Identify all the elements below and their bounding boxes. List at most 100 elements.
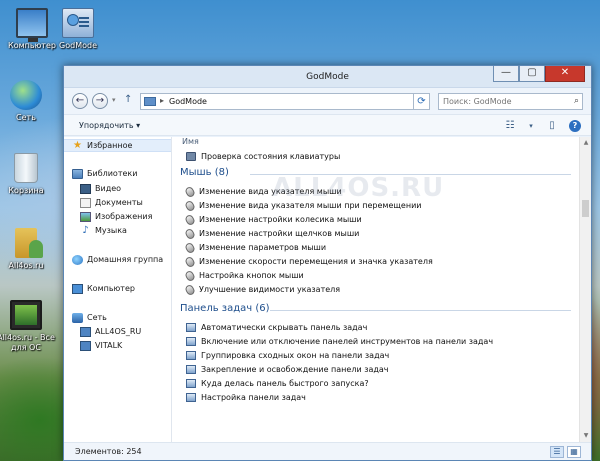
explorer-window: GodMode — ▢ ✕ ← → ▾ ↑ ▸ GodMode ▾ ⟳ ⌕ Уп…: [63, 65, 592, 461]
list-item-label: Автоматически скрывать панель задач: [201, 323, 368, 332]
minimize-button[interactable]: —: [493, 66, 519, 82]
organize-button[interactable]: Упорядочить ▾: [79, 121, 140, 130]
desktop-icon-all4os[interactable]: All4os.ru: [0, 228, 56, 271]
picture-library-icon: [80, 211, 91, 222]
scroll-up-icon[interactable]: ▲: [580, 137, 592, 149]
nav-item-computer[interactable]: Компьютер: [64, 282, 171, 295]
list-item[interactable]: Настройка кнопок мыши: [184, 269, 304, 282]
search-box[interactable]: ⌕: [438, 93, 583, 110]
desktop-icon-all4os-link[interactable]: All4os.ru - Все для ОС: [0, 300, 56, 353]
list-item[interactable]: Изменение вида указателя мыши при переме…: [184, 199, 422, 212]
video-library-icon: [80, 183, 91, 194]
vertical-scrollbar[interactable]: ▲ ▼: [579, 137, 591, 442]
nav-item-homegroup[interactable]: Домашняя группа: [64, 253, 171, 266]
list-item[interactable]: Включение или отключение панелей инструм…: [186, 335, 493, 348]
refresh-button[interactable]: ⟳: [413, 93, 430, 110]
address-field[interactable]: ▸ GodMode ▾: [140, 93, 427, 110]
network-globe-icon: [10, 80, 42, 110]
nav-item-label: Библиотеки: [87, 169, 138, 178]
list-item-label: Изменение настройки щелчков мыши: [199, 229, 360, 238]
list-item[interactable]: Изменение настройки щелчков мыши: [184, 227, 360, 240]
up-arrow-icon[interactable]: ↑: [124, 94, 132, 105]
list-item[interactable]: Автоматически скрывать панель задач: [186, 321, 367, 334]
nav-item-label: Музыка: [95, 226, 127, 235]
homegroup-icon: [72, 254, 83, 265]
nav-item-music[interactable]: ♪ Музыка: [64, 224, 171, 237]
mouse-icon: [184, 227, 196, 240]
recycle-bin-icon: [14, 153, 38, 183]
nav-item-libraries[interactable]: Библиотеки: [64, 167, 171, 180]
list-item[interactable]: Куда делась панель быстрого запуска?: [186, 377, 369, 390]
nav-item-favorites[interactable]: ★ Избранное: [64, 139, 171, 152]
list-item-label: Закрепление и освобождение панели задач: [201, 365, 389, 374]
list-item[interactable]: Изменение параметров мыши: [184, 241, 326, 254]
nav-item-label: ALL4OS_RU: [95, 327, 142, 336]
details-view-icon[interactable]: ☰: [550, 446, 564, 458]
mouse-icon: [184, 185, 196, 198]
column-header-name[interactable]: Имя: [182, 137, 199, 146]
item-count: Элементов: 254: [75, 447, 142, 456]
list-item-label: Изменение вида указателя мыши при переме…: [199, 201, 422, 210]
view-options-icon[interactable]: ☷: [503, 119, 517, 133]
desktop-icon-label: All4os.ru: [8, 261, 44, 270]
nav-item-label: Компьютер: [87, 284, 135, 293]
title-bar[interactable]: GodMode — ▢ ✕: [64, 66, 591, 88]
window-controls: — ▢ ✕: [493, 66, 585, 82]
back-button[interactable]: ←: [72, 93, 88, 109]
list-item-label: Настройка панели задач: [201, 393, 306, 402]
scroll-thumb[interactable]: [582, 200, 589, 217]
maximize-button[interactable]: ▢: [519, 66, 545, 82]
large-icons-view-icon[interactable]: ▦: [567, 446, 581, 458]
list-item[interactable]: Улучшение видимости указателя: [184, 283, 340, 296]
mouse-icon: [184, 241, 196, 254]
preview-pane-icon[interactable]: ▯: [545, 119, 559, 133]
list-item[interactable]: Изменение вида указателя мыши: [184, 185, 342, 198]
nav-item-pictures[interactable]: Изображения: [64, 210, 171, 223]
nav-item-network[interactable]: Сеть: [64, 311, 171, 324]
nav-item-label: VITALK: [95, 341, 123, 350]
nav-item-documents[interactable]: Документы: [64, 196, 171, 209]
breadcrumb-separator: ▸: [160, 96, 165, 105]
chevron-down-icon[interactable]: ▾: [527, 119, 535, 133]
list-item[interactable]: Изменение скорости перемещения и значка …: [184, 255, 433, 268]
star-icon: ★: [73, 139, 82, 151]
monitor-icon: [10, 300, 42, 330]
breadcrumb-godmode[interactable]: GodMode: [169, 97, 207, 106]
list-item[interactable]: Изменение настройки колесика мыши: [184, 213, 362, 226]
content-area: ★ Избранное Библиотеки Видео Документы И…: [64, 137, 591, 442]
keyboard-icon: [186, 152, 196, 161]
help-icon[interactable]: ?: [569, 120, 581, 132]
desktop-icon-network[interactable]: Сеть: [0, 80, 56, 123]
search-input[interactable]: [439, 94, 559, 109]
mouse-icon: [184, 199, 196, 212]
nav-item-label: Изображения: [95, 212, 153, 221]
nav-item-host-vitalk[interactable]: VITALK: [64, 339, 171, 352]
nav-item-host-all4os[interactable]: ALL4OS_RU: [64, 325, 171, 338]
group-header-mouse[interactable]: Мышь (8): [180, 167, 229, 178]
desktop-icon-label: Сеть: [16, 113, 36, 122]
mouse-icon: [184, 255, 196, 268]
mouse-icon: [184, 269, 196, 282]
address-bar-row: ← → ▾ ↑ ▸ GodMode ▾ ⟳ ⌕: [64, 88, 591, 114]
list-item[interactable]: Настройка панели задач: [186, 391, 306, 404]
status-bar: Элементов: 254 ☰ ▦: [64, 442, 591, 460]
nav-item-video[interactable]: Видео: [64, 182, 171, 195]
search-icon[interactable]: ⌕: [574, 96, 579, 106]
list-item[interactable]: Проверка состояния клавиатуры: [186, 150, 340, 163]
group-header-taskbar[interactable]: Панель задач (6): [180, 303, 270, 314]
mouse-icon: [184, 283, 196, 296]
item-list: Имя Проверка состояния клавиатуры Мышь (…: [172, 137, 579, 442]
close-button[interactable]: ✕: [545, 66, 585, 82]
recent-dropdown-icon[interactable]: ▾: [112, 96, 116, 104]
forward-button[interactable]: →: [92, 93, 108, 109]
scroll-down-icon[interactable]: ▼: [580, 430, 592, 442]
user-folder-icon: [15, 228, 43, 258]
group-divider: [270, 310, 571, 311]
computer-icon: [72, 283, 83, 294]
command-bar: Упорядочить ▾ ☷ ▾ ▯ ?: [64, 114, 591, 136]
desktop-icon-godmode[interactable]: GodMode: [48, 8, 108, 51]
desktop-icon-recycle-bin[interactable]: Корзина: [0, 153, 56, 196]
list-item[interactable]: Группировка сходных окон на панели задач: [186, 349, 389, 362]
desktop-icon-label: Корзина: [8, 186, 44, 195]
list-item[interactable]: Закрепление и освобождение панели задач: [186, 363, 389, 376]
